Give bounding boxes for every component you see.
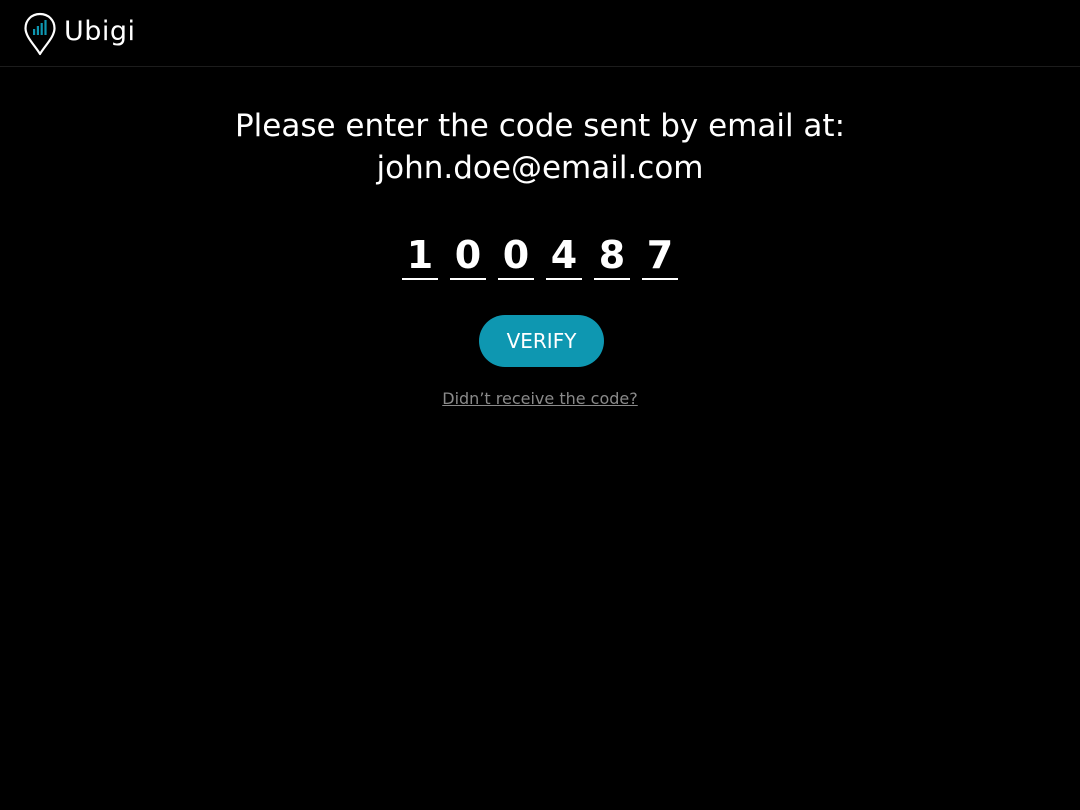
code-digit-2[interactable]: 0 [450,228,486,280]
code-digit-1[interactable]: 1 [402,228,438,280]
code-digit-4[interactable]: 4 [546,228,582,280]
prompt-text: Please enter the code sent by email at: [234,108,846,144]
ubigi-logo[interactable]: Ubigi [23,12,136,56]
email-address: john.doe@email.com [376,150,704,186]
verify-button[interactable]: VERIFY [479,315,604,367]
code-digit-5[interactable]: 8 [594,228,630,280]
logo-text: Ubigi [64,16,136,47]
resend-code-link[interactable]: Didn’t receive the code? [0,389,1080,409]
code-digit-3[interactable]: 0 [498,228,534,280]
code-input-row: 1 0 0 4 8 7 [402,228,678,280]
top-header: Ubigi [0,0,1080,67]
code-digit-6[interactable]: 7 [642,228,678,280]
location-pin-signal-icon [24,12,56,56]
